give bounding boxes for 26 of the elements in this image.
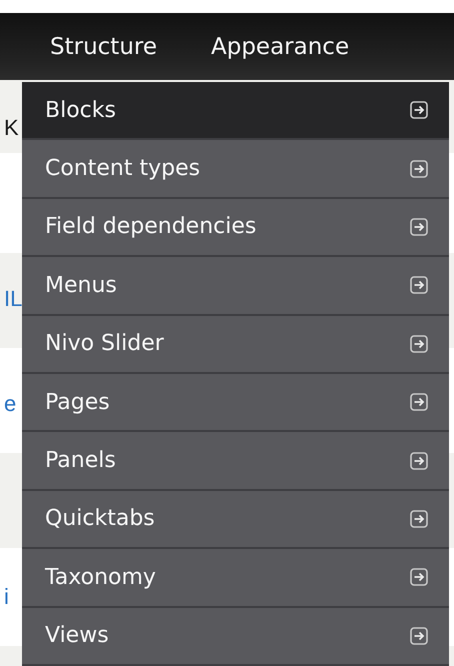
page-link-text[interactable]: i	[4, 584, 9, 610]
arrow-box-icon	[410, 334, 428, 353]
menu-item[interactable]: Nivo Slider	[22, 316, 449, 374]
page-link-text[interactable]: IL	[4, 286, 22, 312]
arrow-box-icon	[410, 218, 428, 236]
arrow-box-icon	[410, 626, 428, 645]
arrow-box-icon	[410, 452, 428, 470]
nav-link[interactable]: Structure	[50, 34, 157, 60]
menu-item[interactable]: Pages	[22, 374, 449, 432]
arrow-box-icon	[410, 276, 428, 294]
menu-item[interactable]: Taxonomy	[22, 549, 449, 608]
menu-item[interactable]: Views	[22, 608, 449, 666]
menu-item[interactable]: Quicktabs	[22, 490, 449, 550]
arrow-box-icon	[410, 568, 428, 586]
arrow-box-icon	[410, 393, 428, 412]
page-heading-text: K	[4, 115, 19, 141]
menu-item[interactable]: Content types	[22, 140, 449, 199]
menu-item[interactable]: Blocks	[22, 82, 449, 140]
arrow-box-icon	[410, 101, 428, 120]
arrow-box-icon	[410, 510, 428, 528]
menu-item[interactable]: Panels	[22, 432, 449, 491]
menu-item[interactable]: Menus	[22, 257, 449, 316]
arrow-box-icon	[410, 160, 428, 178]
nav-link[interactable]: Appearance	[211, 34, 350, 60]
page-link-text[interactable]: e	[4, 391, 16, 417]
menu-item[interactable]: Field dependencies	[22, 198, 449, 258]
